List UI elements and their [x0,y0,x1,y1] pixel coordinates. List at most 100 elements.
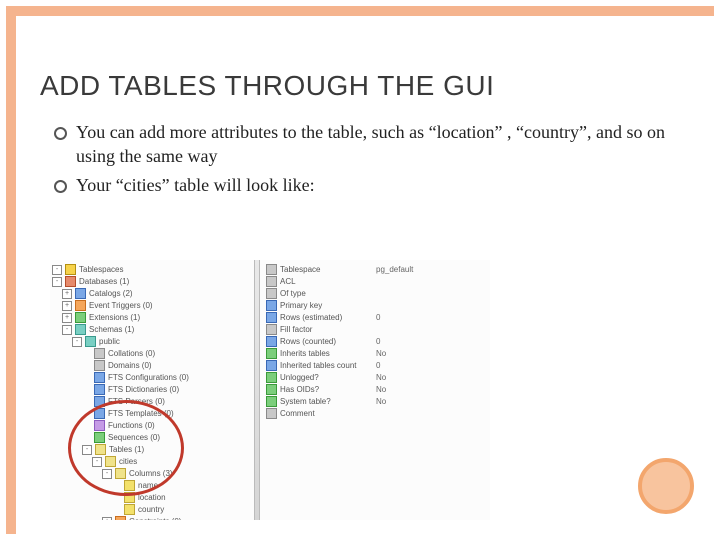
tree-node-icon [75,288,86,299]
tree-node-icon [75,300,86,311]
tree-node-label: Extensions (1) [89,313,140,322]
tree-node-icon [85,336,96,347]
bullet-list: You can add more attributes to the table… [30,120,700,197]
tree-expander-icon[interactable]: - [62,325,72,335]
tree-node[interactable]: - Schemas (1) [52,324,252,336]
property-key: Comment [280,409,315,418]
property-row: Rows (counted) 0 [266,336,484,348]
tree-node-icon [94,420,105,431]
property-icon [266,336,277,347]
property-icon [266,312,277,323]
tree-node[interactable]: + Event Triggers (0) [52,300,252,312]
property-value [376,324,484,336]
property-key: Rows (counted) [280,337,336,346]
tree-expander-icon[interactable]: - [102,469,112,479]
property-icon [266,384,277,395]
tree-node-icon [75,312,86,323]
property-icon [266,264,277,275]
tree-node-label: Functions (0) [108,421,155,430]
property-value: 0 [376,336,484,348]
tree-node[interactable]: name [52,480,252,492]
tree-node[interactable]: -cities [52,456,252,468]
property-row: Unlogged?No [266,372,484,384]
tree-node[interactable]: - Tablespaces [52,264,252,276]
tree-node-label: Catalogs (2) [89,289,133,298]
tree-node[interactable]: - Databases (1) [52,276,252,288]
slide-frame-left [6,6,16,534]
property-icon [266,300,277,311]
tree-node[interactable]: + Catalogs (2) [52,288,252,300]
property-key: Unlogged? [280,373,319,382]
property-row: Primary key [266,300,484,312]
property-row: Tablespacepg_default [266,264,484,276]
tree-node[interactable]: location [52,492,252,504]
property-row: System table?No [266,396,484,408]
tree-node-label: FTS Templates (0) [108,409,174,418]
tree-node[interactable]: + Extensions (1) [52,312,252,324]
tree-node-label: Databases (1) [79,277,129,286]
tree-expander-icon[interactable]: - [52,277,62,287]
property-value: 0 [376,360,484,372]
tree-node[interactable]: FTS Parsers (0) [52,396,252,408]
tree-node-icon [94,396,105,407]
tree-node-label: country [138,505,164,514]
tree-node-label: location [138,493,166,502]
property-row: Comment [266,408,484,420]
property-key: ACL [280,277,296,286]
tree-expander-icon[interactable]: - [92,457,102,467]
tree-expander-icon[interactable]: + [62,301,72,311]
property-value: No [376,396,484,408]
bullet-item: You can add more attributes to the table… [54,120,680,169]
tree-node[interactable]: Functions (0) [52,420,252,432]
tree-node[interactable]: Domains (0) [52,360,252,372]
properties-panel: Tablespacepg_defaultACL Of typePrimary ke… [260,260,490,520]
tree-node-icon [124,504,135,515]
tree-expander-icon[interactable]: + [62,313,72,323]
tree-node[interactable]: Sequences (0) [52,432,252,444]
tree-node-label: Event Triggers (0) [89,301,153,310]
tree-node[interactable]: Collations (0) [52,348,252,360]
tree-node[interactable]: FTS Templates (0) [52,408,252,420]
tree-node[interactable]: FTS Dictionaries (0) [52,384,252,396]
tree-expander-icon[interactable]: + [62,289,72,299]
bullet-item: Your “cities” table will look like: [54,173,680,197]
tree-node-icon [94,408,105,419]
tree-node-label: name [138,481,158,490]
tree-node-label: Tablespaces [79,265,123,274]
property-value [376,288,484,300]
property-icon [266,408,277,419]
tree-node-label: Constraints (0) [129,517,181,520]
property-row: Has OIDs?No [266,384,484,396]
property-key: Primary key [280,301,322,310]
tree-node-icon [65,264,76,275]
tree-node-label: Sequences (0) [108,433,160,442]
tree-node[interactable]: -public [52,336,252,348]
property-icon [266,396,277,407]
property-value [376,300,484,312]
tree-node-icon [75,324,86,335]
tree-node-label: Tables (1) [109,445,144,454]
property-value: No [376,348,484,360]
screenshot-figure: -Tablespaces-Databases (1)+Catalogs (2)+… [50,260,490,520]
tree-node[interactable]: FTS Configurations (0) [52,372,252,384]
tree-node[interactable]: -Columns (3) [52,468,252,480]
slide-accent-circle [638,458,694,514]
tree-node-label: Schemas (1) [89,325,134,334]
property-icon [266,276,277,287]
tree-node[interactable]: + Constraints (0) [52,516,252,520]
tree-node-icon [105,456,116,467]
tree-expander-icon[interactable]: - [52,265,62,275]
property-row: Of type [266,288,484,300]
tree-node-icon [65,276,76,287]
tree-expander-icon[interactable]: + [102,517,112,520]
property-row: Inherits tablesNo [266,348,484,360]
tree-node[interactable]: - Tables (1) [52,444,252,456]
property-key: Inherited tables count [280,361,357,370]
tree-node-icon [115,516,126,520]
tree-expander-icon[interactable]: - [72,337,82,347]
property-icon [266,372,277,383]
property-icon [266,348,277,359]
tree-node-icon [94,432,105,443]
tree-expander-icon[interactable]: - [82,445,92,455]
tree-node[interactable]: country [52,504,252,516]
